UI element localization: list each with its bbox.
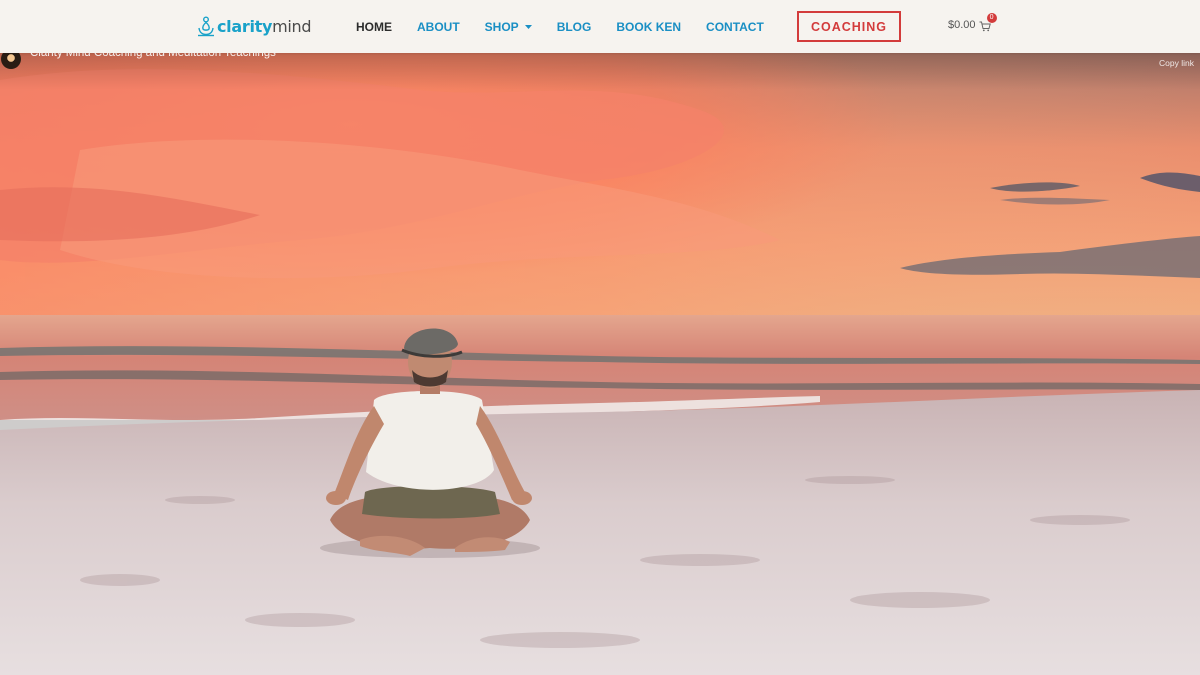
nav-book-ken[interactable]: BOOK KEN bbox=[616, 20, 681, 34]
nav-home[interactable]: HOME bbox=[356, 20, 392, 34]
chevron-down-icon bbox=[524, 25, 532, 29]
nav-about[interactable]: ABOUT bbox=[417, 20, 460, 34]
cart-icon bbox=[979, 21, 991, 32]
nav-shop[interactable]: SHOP bbox=[485, 20, 532, 34]
cart-button[interactable]: $0.00 0 bbox=[948, 13, 997, 32]
video-frame[interactable] bbox=[0, 0, 1200, 675]
coaching-button[interactable]: COACHING bbox=[797, 11, 901, 42]
logo-text: claritymind bbox=[217, 16, 312, 38]
cart-icon-wrap: 0 bbox=[979, 13, 997, 32]
nav-blog[interactable]: BLOG bbox=[557, 20, 592, 34]
nav-shop-label: SHOP bbox=[484, 20, 519, 34]
page: Clarity Mind Coaching and Meditation Tea… bbox=[0, 0, 1200, 675]
logo-word-mind: mind bbox=[272, 17, 312, 36]
site-header: claritymind HOME ABOUT SHOP BLOG BOOK KE… bbox=[0, 0, 1200, 53]
main-nav: HOME ABOUT SHOP BLOG BOOK KEN CONTACT bbox=[356, 19, 789, 35]
copy-link-button[interactable]: Copy link bbox=[1159, 58, 1194, 68]
hero-video[interactable]: Clarity Mind Coaching and Meditation Tea… bbox=[0, 0, 1200, 675]
site-logo[interactable]: claritymind bbox=[197, 15, 312, 39]
lotus-meditation-icon bbox=[198, 16, 214, 37]
nav-contact[interactable]: CONTACT bbox=[706, 20, 764, 34]
cart-total: $0.00 bbox=[948, 19, 976, 31]
logo-word-clarity: clarity bbox=[217, 17, 273, 36]
cart-count-badge: 0 bbox=[986, 13, 997, 23]
